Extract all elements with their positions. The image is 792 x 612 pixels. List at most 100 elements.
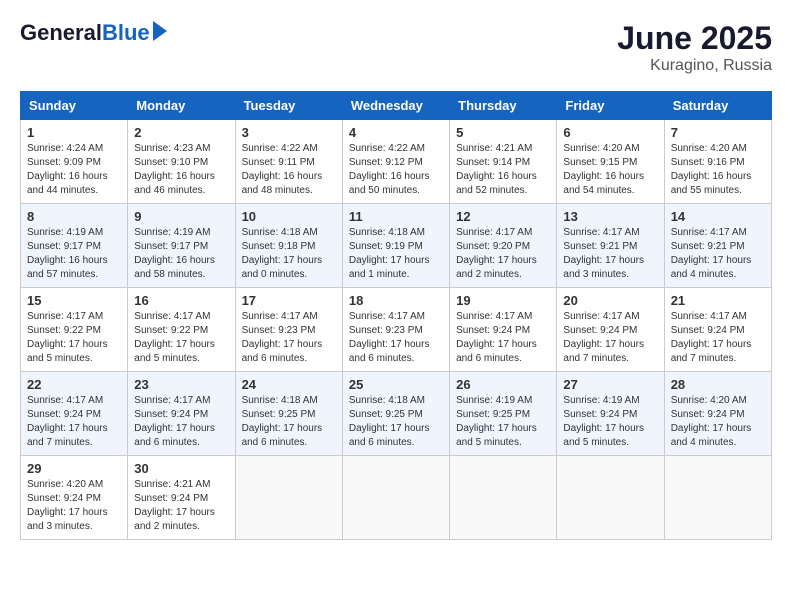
calendar-cell: 1 Sunrise: 4:24 AMSunset: 9:09 PMDayligh… — [21, 120, 128, 204]
day-number: 7 — [671, 125, 765, 140]
day-number: 20 — [563, 293, 657, 308]
day-number: 2 — [134, 125, 228, 140]
calendar-cell: 26 Sunrise: 4:19 AMSunset: 9:25 PMDaylig… — [450, 372, 557, 456]
logo-blue-text: Blue — [102, 20, 150, 46]
calendar-week-5: 29 Sunrise: 4:20 AMSunset: 9:24 PMDaylig… — [21, 456, 772, 540]
day-info: Sunrise: 4:17 AMSunset: 9:24 PMDaylight:… — [456, 311, 537, 364]
day-info: Sunrise: 4:17 AMSunset: 9:21 PMDaylight:… — [671, 227, 752, 280]
calendar-cell: 20 Sunrise: 4:17 AMSunset: 9:24 PMDaylig… — [557, 288, 664, 372]
day-number: 3 — [242, 125, 336, 140]
calendar-cell — [557, 456, 664, 540]
calendar-cell: 9 Sunrise: 4:19 AMSunset: 9:17 PMDayligh… — [128, 204, 235, 288]
calendar-week-3: 15 Sunrise: 4:17 AMSunset: 9:22 PMDaylig… — [21, 288, 772, 372]
day-number: 21 — [671, 293, 765, 308]
calendar-cell: 7 Sunrise: 4:20 AMSunset: 9:16 PMDayligh… — [664, 120, 771, 204]
logo-arrow-icon — [153, 21, 167, 41]
day-info: Sunrise: 4:21 AMSunset: 9:14 PMDaylight:… — [456, 143, 537, 196]
day-info: Sunrise: 4:20 AMSunset: 9:16 PMDaylight:… — [671, 143, 752, 196]
calendar-cell: 18 Sunrise: 4:17 AMSunset: 9:23 PMDaylig… — [342, 288, 449, 372]
day-info: Sunrise: 4:17 AMSunset: 9:23 PMDaylight:… — [242, 311, 323, 364]
day-number: 12 — [456, 209, 550, 224]
day-number: 19 — [456, 293, 550, 308]
day-info: Sunrise: 4:17 AMSunset: 9:23 PMDaylight:… — [349, 311, 430, 364]
day-number: 18 — [349, 293, 443, 308]
day-of-week-tuesday: Tuesday — [235, 92, 342, 120]
day-info: Sunrise: 4:21 AMSunset: 9:24 PMDaylight:… — [134, 479, 215, 532]
day-info: Sunrise: 4:17 AMSunset: 9:24 PMDaylight:… — [27, 395, 108, 448]
day-of-week-thursday: Thursday — [450, 92, 557, 120]
day-of-week-sunday: Sunday — [21, 92, 128, 120]
day-number: 11 — [349, 209, 443, 224]
calendar-cell: 27 Sunrise: 4:19 AMSunset: 9:24 PMDaylig… — [557, 372, 664, 456]
day-number: 24 — [242, 377, 336, 392]
day-info: Sunrise: 4:17 AMSunset: 9:24 PMDaylight:… — [671, 311, 752, 364]
day-number: 9 — [134, 209, 228, 224]
day-info: Sunrise: 4:20 AMSunset: 9:15 PMDaylight:… — [563, 143, 644, 196]
day-number: 29 — [27, 461, 121, 476]
calendar-cell: 30 Sunrise: 4:21 AMSunset: 9:24 PMDaylig… — [128, 456, 235, 540]
day-number: 23 — [134, 377, 228, 392]
day-info: Sunrise: 4:18 AMSunset: 9:25 PMDaylight:… — [349, 395, 430, 448]
day-number: 22 — [27, 377, 121, 392]
day-info: Sunrise: 4:17 AMSunset: 9:20 PMDaylight:… — [456, 227, 537, 280]
day-info: Sunrise: 4:18 AMSunset: 9:18 PMDaylight:… — [242, 227, 323, 280]
day-info: Sunrise: 4:19 AMSunset: 9:17 PMDaylight:… — [134, 227, 215, 280]
calendar-cell: 6 Sunrise: 4:20 AMSunset: 9:15 PMDayligh… — [557, 120, 664, 204]
day-info: Sunrise: 4:17 AMSunset: 9:22 PMDaylight:… — [134, 311, 215, 364]
day-info: Sunrise: 4:22 AMSunset: 9:12 PMDaylight:… — [349, 143, 430, 196]
calendar-cell — [664, 456, 771, 540]
day-info: Sunrise: 4:23 AMSunset: 9:10 PMDaylight:… — [134, 143, 215, 196]
calendar-cell: 25 Sunrise: 4:18 AMSunset: 9:25 PMDaylig… — [342, 372, 449, 456]
day-number: 26 — [456, 377, 550, 392]
calendar-cell: 2 Sunrise: 4:23 AMSunset: 9:10 PMDayligh… — [128, 120, 235, 204]
day-info: Sunrise: 4:17 AMSunset: 9:22 PMDaylight:… — [27, 311, 108, 364]
day-info: Sunrise: 4:19 AMSunset: 9:25 PMDaylight:… — [456, 395, 537, 448]
day-number: 30 — [134, 461, 228, 476]
calendar-cell: 24 Sunrise: 4:18 AMSunset: 9:25 PMDaylig… — [235, 372, 342, 456]
day-number: 15 — [27, 293, 121, 308]
calendar-cell: 17 Sunrise: 4:17 AMSunset: 9:23 PMDaylig… — [235, 288, 342, 372]
day-number: 5 — [456, 125, 550, 140]
day-info: Sunrise: 4:17 AMSunset: 9:24 PMDaylight:… — [563, 311, 644, 364]
calendar-cell: 13 Sunrise: 4:17 AMSunset: 9:21 PMDaylig… — [557, 204, 664, 288]
day-info: Sunrise: 4:18 AMSunset: 9:25 PMDaylight:… — [242, 395, 323, 448]
day-info: Sunrise: 4:18 AMSunset: 9:19 PMDaylight:… — [349, 227, 430, 280]
logo-general-text: General — [20, 20, 102, 46]
day-of-week-friday: Friday — [557, 92, 664, 120]
calendar-cell: 19 Sunrise: 4:17 AMSunset: 9:24 PMDaylig… — [450, 288, 557, 372]
calendar-cell: 29 Sunrise: 4:20 AMSunset: 9:24 PMDaylig… — [21, 456, 128, 540]
day-of-week-monday: Monday — [128, 92, 235, 120]
calendar-cell — [342, 456, 449, 540]
day-number: 27 — [563, 377, 657, 392]
calendar-cell: 10 Sunrise: 4:18 AMSunset: 9:18 PMDaylig… — [235, 204, 342, 288]
day-number: 4 — [349, 125, 443, 140]
day-of-week-saturday: Saturday — [664, 92, 771, 120]
day-number: 10 — [242, 209, 336, 224]
calendar-cell: 15 Sunrise: 4:17 AMSunset: 9:22 PMDaylig… — [21, 288, 128, 372]
day-of-week-header: SundayMondayTuesdayWednesdayThursdayFrid… — [21, 92, 772, 120]
calendar-cell: 22 Sunrise: 4:17 AMSunset: 9:24 PMDaylig… — [21, 372, 128, 456]
day-info: Sunrise: 4:17 AMSunset: 9:24 PMDaylight:… — [134, 395, 215, 448]
calendar-cell: 4 Sunrise: 4:22 AMSunset: 9:12 PMDayligh… — [342, 120, 449, 204]
day-number: 13 — [563, 209, 657, 224]
day-number: 28 — [671, 377, 765, 392]
day-number: 6 — [563, 125, 657, 140]
calendar-week-2: 8 Sunrise: 4:19 AMSunset: 9:17 PMDayligh… — [21, 204, 772, 288]
month-year-title: June 2025 — [617, 20, 772, 57]
calendar-cell: 14 Sunrise: 4:17 AMSunset: 9:21 PMDaylig… — [664, 204, 771, 288]
day-info: Sunrise: 4:19 AMSunset: 9:24 PMDaylight:… — [563, 395, 644, 448]
day-number: 1 — [27, 125, 121, 140]
day-info: Sunrise: 4:22 AMSunset: 9:11 PMDaylight:… — [242, 143, 323, 196]
logo: General Blue — [20, 20, 167, 46]
calendar-week-1: 1 Sunrise: 4:24 AMSunset: 9:09 PMDayligh… — [21, 120, 772, 204]
calendar-cell: 28 Sunrise: 4:20 AMSunset: 9:24 PMDaylig… — [664, 372, 771, 456]
location-subtitle: Kuragino, Russia — [617, 57, 772, 75]
calendar-week-4: 22 Sunrise: 4:17 AMSunset: 9:24 PMDaylig… — [21, 372, 772, 456]
day-info: Sunrise: 4:17 AMSunset: 9:21 PMDaylight:… — [563, 227, 644, 280]
day-number: 17 — [242, 293, 336, 308]
calendar-body: 1 Sunrise: 4:24 AMSunset: 9:09 PMDayligh… — [21, 120, 772, 540]
title-block: June 2025 Kuragino, Russia — [617, 20, 772, 75]
calendar-cell — [450, 456, 557, 540]
day-info: Sunrise: 4:20 AMSunset: 9:24 PMDaylight:… — [671, 395, 752, 448]
day-number: 8 — [27, 209, 121, 224]
